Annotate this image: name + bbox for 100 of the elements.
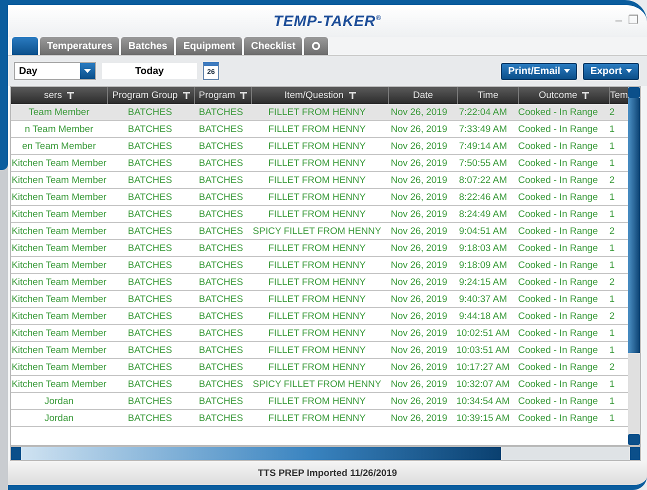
- table-cell-text: Cooked - In Range: [517, 292, 599, 306]
- print-email-button[interactable]: Print/Email: [501, 62, 578, 80]
- table-cell-text: Kitchen Team Member: [11, 242, 107, 256]
- table-cell-text: 1: [608, 242, 616, 256]
- table-cell-text: Kitchen Team Member: [11, 292, 107, 306]
- table-cell-text: Nov 26, 2019: [390, 208, 448, 222]
- vertical-scrollbar[interactable]: [628, 87, 640, 445]
- table-cell-text: Cooked - In Range: [517, 394, 599, 408]
- filter-icon[interactable]: [182, 92, 190, 99]
- table-cell-text: 7:33:49 AM: [458, 122, 508, 136]
- table-cell-text: 10:39:15 AM: [455, 412, 511, 426]
- table-cell-text: 10:03:51 AM: [455, 344, 511, 358]
- settings-tab[interactable]: [304, 37, 328, 55]
- table-cell-text: Jordan: [43, 412, 75, 426]
- filter-icon[interactable]: [66, 92, 74, 99]
- table-cell-text: 1: [608, 326, 616, 340]
- table-cell-text: 9:24:15 AM: [458, 276, 508, 290]
- horizontal-scrollbar[interactable]: [10, 446, 641, 461]
- table-cell-text: BATCHES: [126, 106, 174, 120]
- table-cell-text: BATCHES: [198, 156, 244, 170]
- table-cell-text: FILLET FROM HENNY: [267, 344, 367, 358]
- table-cell-text: BATCHES: [198, 412, 244, 426]
- table-cell-text: BATCHES: [198, 344, 244, 358]
- table-cell-text: BATCHES: [198, 224, 244, 238]
- table-cell-text: Kitchen Team Member: [11, 156, 107, 170]
- table-cell-text: 1: [608, 140, 616, 154]
- table-cell-text: BATCHES: [198, 326, 244, 340]
- table-cell-text: Cooked - In Range: [517, 412, 599, 426]
- table-cell-text: 10:17:27 AM: [455, 360, 511, 374]
- table-cell-text: BATCHES: [126, 190, 174, 204]
- table-row[interactable]: Team Member BATCHES BATCHES FILLET FROM HENNY Nov 26, 2019 7:22:04 AM Cooked - In Range 2: [11, 104, 628, 121]
- table-cell-text: 1: [608, 412, 616, 426]
- table-cell-text: BATCHES: [198, 310, 244, 324]
- status-text: TTS PREP Imported 11/26/2019: [8, 461, 647, 485]
- table-cell-text: Nov 26, 2019: [390, 360, 448, 374]
- table-cell-text: Nov 26, 2019: [390, 292, 448, 306]
- table-cell-text: FILLET FROM HENNY: [267, 276, 367, 290]
- table-cell-text: BATCHES: [126, 276, 174, 290]
- window-control[interactable]: ❐: [628, 13, 639, 27]
- table-cell-text: 1: [608, 344, 616, 358]
- table-cell-text: BATCHES: [198, 106, 244, 120]
- tab[interactable]: Checklist: [244, 37, 302, 55]
- table-cell-text: FILLET FROM HENNY: [267, 258, 367, 272]
- table-cell-text: BATCHES: [126, 258, 174, 272]
- table-cell-text: Kitchen Team Member: [11, 360, 107, 374]
- table-cell-text: Nov 26, 2019: [390, 310, 448, 324]
- table-cell-text: FILLET FROM HENNY: [267, 360, 367, 374]
- table-cell-text: 2: [608, 224, 616, 238]
- table-cell-text: BATCHES: [126, 326, 174, 340]
- table-cell-text: BATCHES: [126, 378, 174, 392]
- tab[interactable]: Batches: [121, 37, 174, 55]
- table-cell-text: en Team Member: [21, 140, 97, 154]
- table-cell-text: 2: [608, 360, 616, 374]
- table-cell-text: Nov 26, 2019: [390, 156, 448, 170]
- table-cell-text: BATCHES: [126, 122, 174, 136]
- table-cell-text: FILLET FROM HENNY: [267, 310, 367, 324]
- export-button[interactable]: Export: [583, 62, 639, 80]
- caret-icon: [564, 69, 570, 73]
- table-cell-text: BATCHES: [198, 242, 244, 256]
- table-cell-text: Jordan: [43, 394, 75, 408]
- filter-icon[interactable]: [582, 92, 590, 99]
- table-cell-text: FILLET FROM HENNY: [267, 156, 367, 170]
- table-cell-text: 1: [608, 292, 616, 306]
- table-cell-text: 2: [608, 174, 616, 188]
- table-cell-text: FILLET FROM HENNY: [267, 326, 367, 340]
- tab[interactable]: Temperatures: [40, 37, 120, 55]
- table-cell-text: BATCHES: [198, 258, 244, 272]
- table-cell-text: BATCHES: [198, 140, 244, 154]
- filter-icon[interactable]: [240, 92, 248, 99]
- table-cell-text: Kitchen Team Member: [11, 276, 107, 290]
- table-cell-text: FILLET FROM HENNY: [267, 394, 367, 408]
- table-cell-text: BATCHES: [126, 224, 174, 238]
- date-field[interactable]: Today: [102, 63, 197, 79]
- table-cell-text: Cooked - In Range: [517, 140, 599, 154]
- table-cell-text: SPICY FILLET FROM HENNY: [252, 378, 382, 392]
- table-cell-text: 8:22:46 AM: [458, 190, 508, 204]
- table-cell-text: SPICY FILLET FROM HENNY: [252, 224, 382, 238]
- table-cell-text: BATCHES: [126, 156, 174, 170]
- table-cell-text: BATCHES: [198, 174, 244, 188]
- window-control[interactable]: –: [615, 13, 622, 27]
- table-cell-text: Cooked - In Range: [517, 106, 599, 120]
- filter-icon[interactable]: [348, 92, 356, 99]
- table-cell-text: BATCHES: [126, 174, 174, 188]
- table-cell-text: FILLET FROM HENNY: [267, 242, 367, 256]
- table-cell-text: 9:18:09 AM: [458, 258, 508, 272]
- table-cell-text: Cooked - In Range: [517, 224, 599, 238]
- table-cell-text: 1: [608, 208, 616, 222]
- table-cell-text: Cooked - In Range: [517, 344, 599, 358]
- table-cell-text: Nov 26, 2019: [390, 106, 448, 120]
- table-cell-text: BATCHES: [198, 208, 244, 222]
- table-cell-text: Nov 26, 2019: [390, 412, 448, 426]
- table-cell-text: Cooked - In Range: [517, 208, 599, 222]
- tab[interactable]: Equipment: [176, 37, 242, 55]
- table-cell-text: 9:44:18 AM: [458, 310, 508, 324]
- period-dropdown[interactable]: Day: [14, 62, 96, 80]
- table-cell-text: Kitchen Team Member: [11, 258, 107, 272]
- table-cell-text: BATCHES: [198, 276, 244, 290]
- table-cell-text: BATCHES: [198, 360, 244, 374]
- table-cell-text: 10:32:07 AM: [455, 378, 511, 392]
- table-cell-text: Kitchen Team Member: [11, 190, 107, 204]
